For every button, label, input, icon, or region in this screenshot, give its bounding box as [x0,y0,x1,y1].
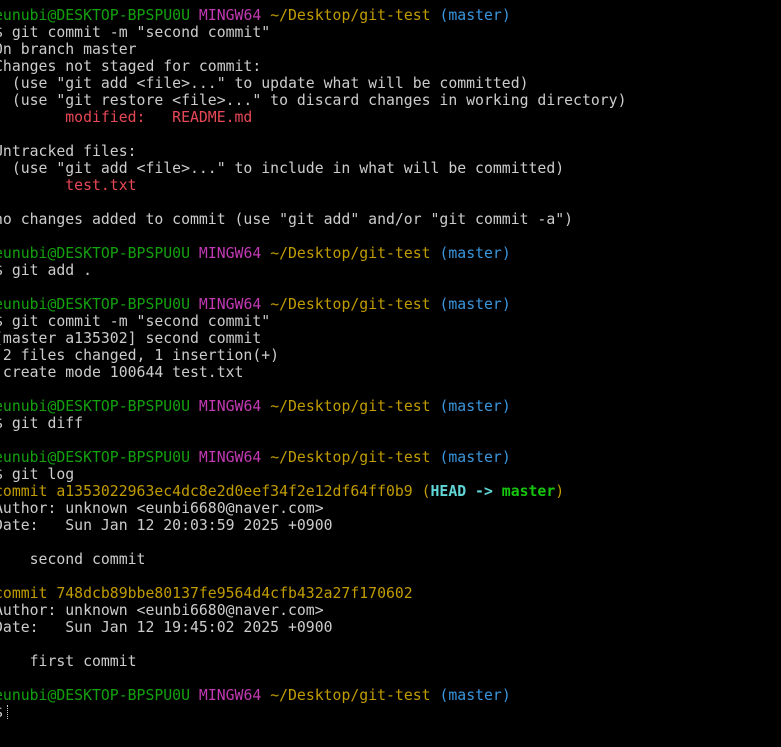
prompt-branch: (master) [439,687,511,704]
terminal-window[interactable]: eunubi@DESKTOP-BPSPU0U MINGW64 ~/Desktop… [0,7,781,747]
output-text: $ git diff [0,415,84,432]
output-text: create mode 100644 test.txt [0,364,244,381]
prompt-line: eunubi@DESKTOP-BPSPU0U MINGW64 ~/Desktop… [0,7,781,24]
text-cursor [6,705,9,719]
output-text: $ git log [0,466,75,483]
output-text: (use "git add <file>..." to update what … [0,75,529,92]
prompt-user-host: eunubi@DESKTOP-BPSPU0U [0,296,190,313]
prompt-system: MINGW64 [198,7,262,24]
output-line: 2 files changed, 1 insertion(+) [0,347,781,364]
output-text: test.txt [0,177,137,194]
output-text: no changes added to commit (use "git add… [0,211,574,228]
output-text: On branch master [0,41,137,58]
prompt-user-host: eunubi@DESKTOP-BPSPU0U [0,687,190,704]
output-text: Date: Sun Jan 12 20:03:59 2025 +0900 [0,517,333,534]
output-line: commit a1353022963ec4dc8e2d0eef34f2e12df… [0,483,781,500]
prompt-system: MINGW64 [198,245,262,262]
output-line: Untracked files: [0,143,781,160]
prompt-path: ~/Desktop/git-test [270,296,431,313]
output-text: [master a135302] second commit [0,330,262,347]
prompt-branch: (master) [439,7,511,24]
output-text: master [501,483,556,500]
output-line: On branch master [0,41,781,58]
prompt-path: ~/Desktop/git-test [270,398,431,415]
prompt-path: ~/Desktop/git-test [270,687,431,704]
prompt-path: ~/Desktop/git-test [270,245,431,262]
output-text: ) [555,483,565,500]
prompt-line: eunubi@DESKTOP-BPSPU0U MINGW64 ~/Desktop… [0,296,781,313]
output-text: Changes not staged for commit: [0,58,262,75]
output-text: second commit [0,551,146,568]
output-text: (use "git add <file>..." to include in w… [0,160,565,177]
prompt-path: ~/Desktop/git-test [270,449,431,466]
output-line: Author: unknown <eunbi6680@naver.com> [0,602,781,619]
prompt-line: eunubi@DESKTOP-BPSPU0U MINGW64 ~/Desktop… [0,687,781,704]
output-text: $ [0,704,3,721]
output-text: 2 files changed, 1 insertion(+) [0,347,280,364]
output-text: Date: Sun Jan 12 19:45:02 2025 +0900 [0,619,333,636]
prompt-system: MINGW64 [198,687,262,704]
output-line: $ git diff [0,415,781,432]
output-line: (use "git restore <file>..." to discard … [0,92,781,109]
output-text: $ git commit -m "second commit" [0,24,271,41]
prompt-user-host: eunubi@DESKTOP-BPSPU0U [0,245,190,262]
prompt-user-host: eunubi@DESKTOP-BPSPU0U [0,449,190,466]
output-line: commit 748dcb89bbe80137fe9564d4cfb432a27… [0,585,781,602]
output-line: second commit [0,551,781,568]
prompt-path: ~/Desktop/git-test [270,7,431,24]
output-line: (use "git add <file>..." to include in w… [0,160,781,177]
output-line: Changes not staged for commit: [0,58,781,75]
output-line: (use "git add <file>..." to update what … [0,75,781,92]
output-text: Author: unknown <eunbi6680@naver.com> [0,602,324,619]
output-text: $ git commit -m "second commit" [0,313,271,330]
prompt-branch: (master) [439,449,511,466]
output-text: commit a1353022963ec4dc8e2d0eef34f2e12df… [0,483,431,500]
output-line: Date: Sun Jan 12 19:45:02 2025 +0900 [0,619,781,636]
output-line: $ git add . [0,262,781,279]
prompt-line: eunubi@DESKTOP-BPSPU0U MINGW64 ~/Desktop… [0,245,781,262]
output-line: $ git commit -m "second commit" [0,313,781,330]
prompt-system: MINGW64 [198,449,262,466]
output-text: first commit [0,653,137,670]
output-line: $ git commit -m "second commit" [0,24,781,41]
output-text: modified: README.md [0,109,253,126]
output-line: no changes added to commit (use "git add… [0,211,781,228]
output-line: $ git log [0,466,781,483]
output-line: test.txt [0,177,781,194]
prompt-user-host: eunubi@DESKTOP-BPSPU0U [0,398,190,415]
output-line: create mode 100644 test.txt [0,364,781,381]
output-line: Date: Sun Jan 12 20:03:59 2025 +0900 [0,517,781,534]
output-line: Author: unknown <eunbi6680@naver.com> [0,500,781,517]
prompt-system: MINGW64 [198,398,262,415]
output-line: modified: README.md [0,109,781,126]
prompt-branch: (master) [439,398,511,415]
prompt-line: eunubi@DESKTOP-BPSPU0U MINGW64 ~/Desktop… [0,449,781,466]
output-text: $ git add . [0,262,92,279]
prompt-user-host: eunubi@DESKTOP-BPSPU0U [0,7,190,24]
prompt-branch: (master) [439,245,511,262]
input-line[interactable]: $ [0,704,781,721]
output-line: first commit [0,653,781,670]
output-text: (use "git restore <file>..." to discard … [0,92,627,109]
output-text: commit 748dcb89bbe80137fe9564d4cfb432a27… [0,585,413,602]
output-text: Untracked files: [0,143,137,160]
output-text: Author: unknown <eunbi6680@naver.com> [0,500,324,517]
output-line: [master a135302] second commit [0,330,781,347]
output-text: HEAD -> [430,483,502,500]
prompt-system: MINGW64 [198,296,262,313]
prompt-branch: (master) [439,296,511,313]
prompt-line: eunubi@DESKTOP-BPSPU0U MINGW64 ~/Desktop… [0,398,781,415]
